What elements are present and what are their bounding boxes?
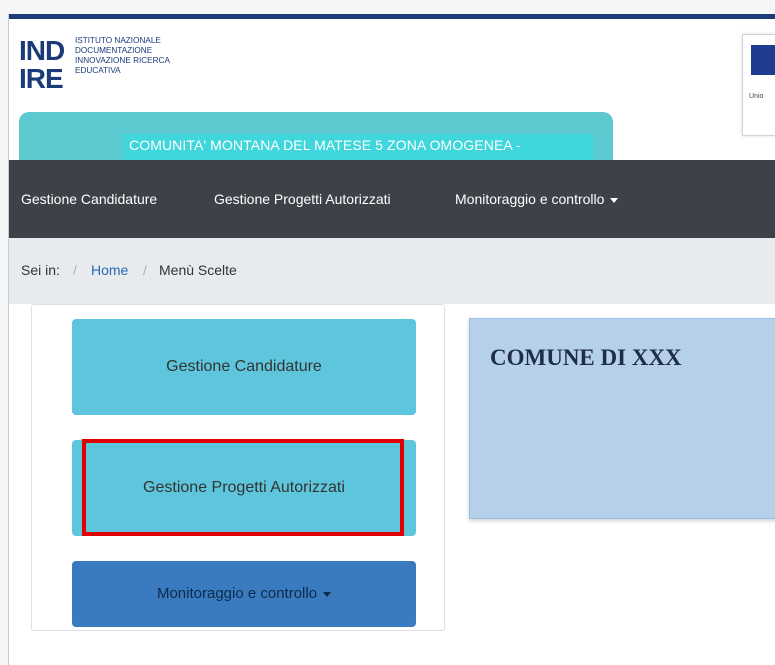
eu-flag-icon <box>751 45 775 75</box>
caret-down-icon <box>610 197 619 203</box>
menu-panel: Gestione Candidature Gestione Progetti A… <box>31 304 445 631</box>
button-label: Gestione Progetti Autorizzati <box>143 479 345 496</box>
breadcrumb-separator: / <box>143 262 147 278</box>
comune-title: COMUNE DI XXX <box>490 345 682 370</box>
main-navbar: Gestione Candidature Gestione Progetti A… <box>9 160 775 238</box>
top-accent-bar <box>9 14 775 19</box>
nav-label: Monitoraggio e controllo <box>455 191 605 207</box>
caret-down-icon <box>323 591 332 597</box>
nav-monitoraggio-controllo[interactable]: Monitoraggio e controllo <box>455 160 619 238</box>
breadcrumb-home-link[interactable]: Home <box>91 262 128 278</box>
indire-logo[interactable]: IND IRE ISTITUTO NAZIONALE DOCUMENTAZION… <box>19 36 189 121</box>
monitoraggio-controllo-button[interactable]: Monitoraggio e controllo <box>72 561 416 627</box>
button-label: Monitoraggio e controllo <box>156 585 318 602</box>
logo-text-ire: IRE <box>19 63 64 94</box>
nav-label: Gestione Progetti Autorizzati <box>214 191 391 207</box>
gestione-progetti-autorizzati-button[interactable]: Gestione Progetti Autorizzati <box>72 440 416 536</box>
nav-gestione-candidature[interactable]: Gestione Candidature <box>21 160 157 238</box>
breadcrumb-current: Menù Scelte <box>159 262 237 278</box>
breadcrumb: Sei in: / Home / Menù Scelte <box>9 238 775 304</box>
eu-logo: Unio <box>742 34 775 136</box>
gestione-candidature-button[interactable]: Gestione Candidature <box>72 319 416 415</box>
breadcrumb-separator: / <box>73 262 77 278</box>
breadcrumb-prefix: Sei in: <box>21 262 60 278</box>
nav-label: Gestione Candidature <box>21 191 158 207</box>
logo-text-ind: IND <box>19 35 65 66</box>
comune-info-panel: COMUNE DI XXX <box>469 318 775 519</box>
logo-subtitle: ISTITUTO NAZIONALE DOCUMENTAZIONE INNOVA… <box>75 36 170 75</box>
eu-caption: Unio <box>749 93 764 100</box>
nav-gestione-progetti-autorizzati[interactable]: Gestione Progetti Autorizzati <box>214 160 391 238</box>
institution-name: COMUNITA' MONTANA DEL MATESE 5 ZONA OMOG… <box>129 137 521 153</box>
button-label: Gestione Candidature <box>166 358 322 375</box>
app-window: IND IRE ISTITUTO NAZIONALE DOCUMENTAZION… <box>8 14 775 665</box>
